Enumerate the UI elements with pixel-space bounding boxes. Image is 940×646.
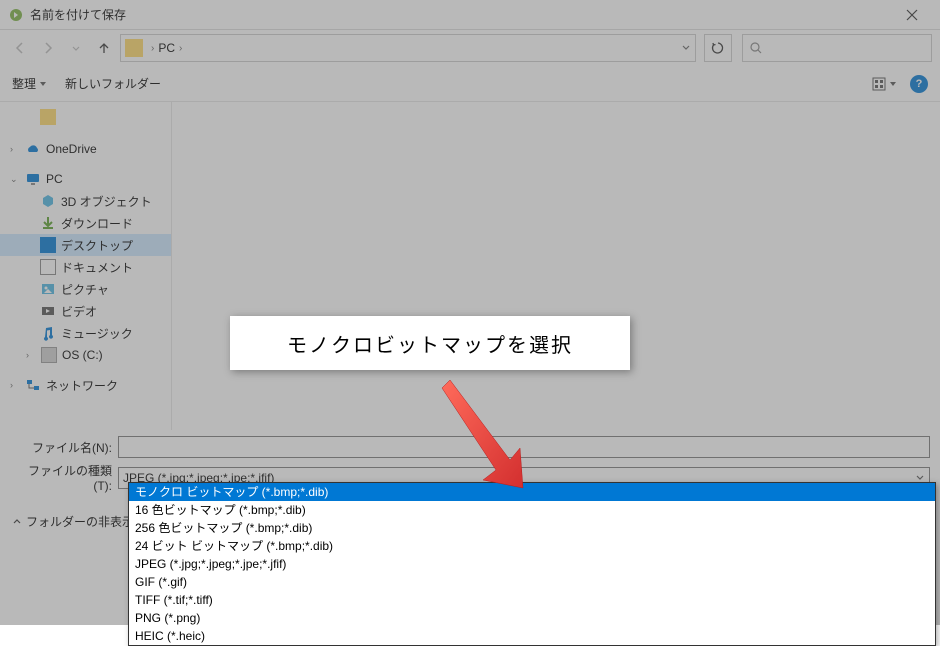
organize-button[interactable]: 整理 (12, 75, 47, 92)
dropdown-option[interactable]: GIF (*.gif) (129, 573, 935, 591)
sidebar-item-label: デスクトップ (61, 237, 133, 254)
chevron-up-icon (12, 517, 22, 527)
sidebar-item-downloads[interactable]: ダウンロード (0, 212, 171, 234)
folder-icon (125, 39, 143, 57)
titlebar: 名前を付けて保存 (0, 0, 940, 30)
sidebar-item-desktop[interactable]: デスクトップ (0, 234, 171, 256)
app-icon (8, 7, 24, 23)
search-input[interactable] (742, 34, 932, 62)
sidebar-item-label: ミュージック (61, 325, 133, 342)
3d-icon (40, 193, 56, 209)
drive-icon (41, 347, 57, 363)
sidebar-item-label: ネットワーク (46, 377, 118, 394)
annotation-arrow-icon (420, 370, 550, 500)
folder-icon (40, 109, 56, 125)
sidebar-item-label: ドキュメント (61, 259, 133, 276)
sidebar-item-onedrive[interactable]: › OneDrive (0, 138, 171, 160)
sidebar-item-label: ピクチャ (61, 281, 109, 298)
sidebar-item-pc[interactable]: ⌄ PC (0, 168, 171, 190)
navbar: › PC › (0, 30, 940, 66)
cloud-icon (25, 141, 41, 157)
recent-dropdown-icon[interactable] (64, 36, 88, 60)
filetype-label: ファイルの種類(T): (10, 462, 118, 493)
toolbar: 整理 新しいフォルダー ? (0, 66, 940, 102)
forward-button[interactable] (36, 36, 60, 60)
sidebar-item-drive-c[interactable]: › OS (C:) (0, 344, 171, 366)
pc-icon (25, 171, 41, 187)
sidebar-item-documents[interactable]: ドキュメント (0, 256, 171, 278)
back-button[interactable] (8, 36, 32, 60)
sidebar-item-quickaccess-sub[interactable] (0, 106, 171, 128)
sidebar-item-label: ダウンロード (61, 215, 133, 232)
new-folder-button[interactable]: 新しいフォルダー (65, 75, 161, 92)
chevron-right-icon: › (10, 144, 20, 154)
search-icon (749, 41, 763, 55)
sidebar-item-label: 3D オブジェクト (61, 193, 152, 210)
sidebar: › OneDrive ⌄ PC 3D オブジェクト ダウンロード デスクトップ … (0, 102, 172, 430)
dropdown-option[interactable]: HEIC (*.heic) (129, 627, 935, 645)
annotation-callout: モノクロビットマップを選択 (230, 316, 630, 370)
music-icon (40, 325, 56, 341)
download-icon (40, 215, 56, 231)
close-button[interactable] (892, 0, 932, 30)
content-area (172, 102, 940, 430)
dropdown-option[interactable]: 24 ビット ビットマップ (*.bmp;*.dib) (129, 537, 935, 555)
filetype-dropdown-list: モノクロ ビットマップ (*.bmp;*.dib) 16 色ビットマップ (*.… (128, 482, 936, 646)
chevron-down-icon: ⌄ (10, 174, 20, 185)
network-icon (25, 377, 41, 393)
refresh-button[interactable] (704, 34, 732, 62)
sidebar-item-videos[interactable]: ビデオ (0, 300, 171, 322)
sidebar-item-label: OneDrive (46, 142, 97, 156)
filename-label: ファイル名(N): (10, 439, 118, 456)
sidebar-item-label: ビデオ (61, 303, 97, 320)
sidebar-item-label: OS (C:) (62, 348, 103, 362)
dropdown-option[interactable]: TIFF (*.tif;*.tiff) (129, 591, 935, 609)
document-icon (40, 259, 56, 275)
chevron-down-icon[interactable] (681, 39, 691, 57)
chevron-right-icon: › (26, 350, 36, 360)
chevron-right-icon: › (179, 43, 182, 54)
help-icon[interactable]: ? (910, 75, 928, 93)
breadcrumb[interactable]: › PC › (120, 34, 696, 62)
picture-icon (40, 281, 56, 297)
sidebar-item-pictures[interactable]: ピクチャ (0, 278, 171, 300)
dropdown-option[interactable]: 16 色ビットマップ (*.bmp;*.dib) (129, 501, 935, 519)
sidebar-item-3dobjects[interactable]: 3D オブジェクト (0, 190, 171, 212)
folder-toggle-button[interactable]: フォルダーの非表示 (12, 513, 134, 530)
sidebar-item-network[interactable]: › ネットワーク (0, 374, 171, 396)
dropdown-option[interactable]: PNG (*.png) (129, 609, 935, 627)
video-icon (40, 303, 56, 319)
callout-text: モノクロビットマップを選択 (287, 329, 573, 358)
view-options-button[interactable] (872, 76, 900, 92)
dropdown-option[interactable]: JPEG (*.jpg;*.jpeg;*.jpe;*.jfif) (129, 555, 935, 573)
sidebar-item-label: PC (46, 172, 63, 186)
chevron-right-icon: › (151, 43, 154, 54)
up-button[interactable] (92, 36, 116, 60)
desktop-icon (40, 237, 56, 253)
dropdown-option[interactable]: 256 色ビットマップ (*.bmp;*.dib) (129, 519, 935, 537)
sidebar-item-music[interactable]: ミュージック (0, 322, 171, 344)
chevron-right-icon: › (10, 380, 20, 390)
window-title: 名前を付けて保存 (30, 6, 892, 23)
breadcrumb-location[interactable]: PC (158, 41, 175, 55)
